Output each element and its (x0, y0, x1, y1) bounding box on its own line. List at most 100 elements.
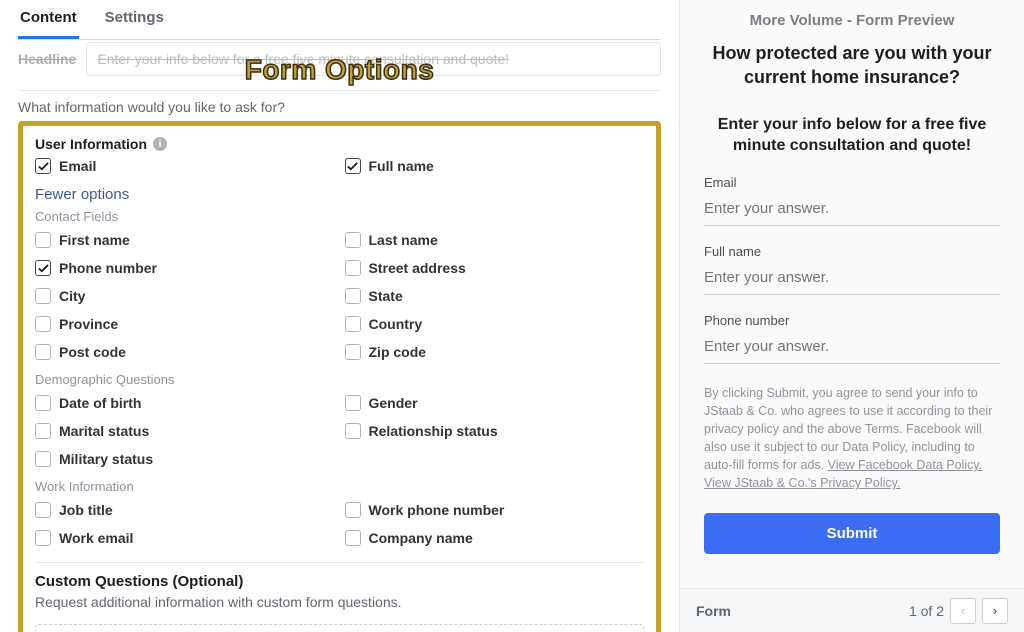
checkbox-city[interactable] (35, 288, 51, 304)
preview-footer-label: Form (696, 603, 731, 619)
checkbox-job_title[interactable] (35, 502, 51, 518)
primary-full_name[interactable]: Full name (345, 158, 645, 174)
headline-label: Headline (18, 51, 76, 67)
preview-footer: Form 1 of 2 ‹ › (680, 588, 1024, 632)
checkbox-province[interactable] (35, 316, 51, 332)
field-last_name[interactable]: Last name (345, 232, 645, 248)
user-info-title-text: User Information (35, 136, 147, 152)
editor-panel: Content Settings Headline Form Options W… (0, 0, 679, 632)
checkbox-phone_number[interactable] (35, 260, 51, 276)
checkbox-label-work_email: Work email (59, 530, 133, 546)
disclaimer: By clicking Submit, you agree to send yo… (704, 384, 1000, 493)
checkbox-label-zip_code: Zip code (369, 344, 427, 360)
primary-checkboxes: Email Full name (35, 152, 644, 180)
tabs: Content Settings (18, 0, 661, 40)
checkbox-work_email[interactable] (35, 530, 51, 546)
custom-questions-subtitle: Request additional information with cust… (35, 594, 644, 610)
group-grid: Job title Work phone number Work email Comp… (35, 496, 644, 552)
checkbox-country[interactable] (345, 316, 361, 332)
field-gender[interactable]: Gender (345, 395, 645, 411)
field-first_name[interactable]: First name (35, 232, 335, 248)
tab-settings[interactable]: Settings (103, 1, 166, 39)
field-city[interactable]: City (35, 288, 335, 304)
field-zip_code[interactable]: Zip code (345, 344, 645, 360)
checkbox-state[interactable] (345, 288, 361, 304)
info-icon[interactable]: i (153, 137, 167, 151)
field-work_email[interactable]: Work email (35, 530, 335, 546)
group-label: Contact Fields (35, 209, 644, 224)
checkbox-label-last_name: Last name (369, 232, 438, 248)
checkbox-label-phone_number: Phone number (59, 260, 157, 276)
checkbox-post_code[interactable] (35, 344, 51, 360)
group-label: Work Information (35, 479, 644, 494)
checkbox-full_name[interactable] (345, 158, 361, 174)
custom-questions-title: Custom Questions (Optional) (35, 573, 644, 590)
checkbox-work_phone[interactable] (345, 502, 361, 518)
preview-header: More Volume - Form Preview (680, 0, 1024, 41)
field-military[interactable]: Military status (35, 451, 335, 467)
checkbox-street_address[interactable] (345, 260, 361, 276)
preview-field-input[interactable] (704, 190, 1000, 226)
checkbox-label-street_address: Street address (369, 260, 466, 276)
group-grid: Date of birth Gender Marital status Relatio… (35, 389, 644, 473)
tab-content[interactable]: Content (18, 1, 79, 39)
preview-field-label: Full name (704, 244, 1000, 259)
add-custom-question[interactable]: + Add Custom Question (35, 624, 644, 632)
checkbox-label-dob: Date of birth (59, 395, 141, 411)
checkbox-last_name[interactable] (345, 232, 361, 248)
pager-next[interactable]: › (982, 598, 1008, 624)
checkbox-label-job_title: Job title (59, 502, 113, 518)
pager-prev[interactable]: ‹ (950, 598, 976, 624)
checkbox-label-post_code: Post code (59, 344, 126, 360)
user-info-title: User Information i (35, 136, 644, 152)
checkbox-dob[interactable] (35, 395, 51, 411)
preview-panel: More Volume - Form Preview How protected… (679, 0, 1024, 632)
field-country[interactable]: Country (345, 316, 645, 332)
checkbox-first_name[interactable] (35, 232, 51, 248)
preview-subheading: Enter your info below for a free five mi… (704, 114, 1000, 157)
checkbox-label-province: Province (59, 316, 118, 332)
checkbox-label-full_name: Full name (369, 158, 434, 174)
fewer-options-link[interactable]: Fewer options (35, 186, 644, 203)
field-province[interactable]: Province (35, 316, 335, 332)
checkbox-marital[interactable] (35, 423, 51, 439)
headline-input[interactable] (86, 42, 661, 76)
fb-data-policy-link[interactable]: View Facebook Data Policy. (828, 458, 982, 472)
checkbox-company[interactable] (345, 530, 361, 546)
headline-row: Headline (18, 42, 661, 76)
checkbox-gender[interactable] (345, 395, 361, 411)
field-company[interactable]: Company name (345, 530, 645, 546)
field-state[interactable]: State (345, 288, 645, 304)
field-street_address[interactable]: Street address (345, 260, 645, 276)
submit-button[interactable]: Submit (704, 513, 1000, 554)
field-post_code[interactable]: Post code (35, 344, 335, 360)
checkbox-label-email: Email (59, 158, 96, 174)
checkbox-relationship[interactable] (345, 423, 361, 439)
preview-field-label: Phone number (704, 313, 1000, 328)
preview-heading: How protected are you with your current … (704, 41, 1000, 90)
preview-body: How protected are you with your current … (680, 41, 1024, 588)
checkbox-military[interactable] (35, 451, 51, 467)
form-options-box: User Information i Email Full name Fewer … (18, 121, 661, 632)
checkbox-label-work_phone: Work phone number (369, 502, 505, 518)
group-grid: First name Last name Phone number Street ad… (35, 226, 644, 366)
checkbox-label-city: City (59, 288, 85, 304)
field-work_phone[interactable]: Work phone number (345, 502, 645, 518)
group-label: Demographic Questions (35, 372, 644, 387)
checkbox-label-first_name: First name (59, 232, 130, 248)
checkbox-email[interactable] (35, 158, 51, 174)
field-phone_number[interactable]: Phone number (35, 260, 335, 276)
checkbox-zip_code[interactable] (345, 344, 361, 360)
field-relationship[interactable]: Relationship status (345, 423, 645, 439)
primary-email[interactable]: Email (35, 158, 335, 174)
field-job_title[interactable]: Job title (35, 502, 335, 518)
preview-field-input[interactable] (704, 328, 1000, 364)
checkbox-label-relationship: Relationship status (369, 423, 498, 439)
field-marital[interactable]: Marital status (35, 423, 335, 439)
checkbox-label-state: State (369, 288, 403, 304)
checkbox-label-country: Country (369, 316, 423, 332)
field-dob[interactable]: Date of birth (35, 395, 335, 411)
advertiser-privacy-link[interactable]: View JStaab & Co.'s Privacy Policy. (704, 476, 900, 490)
preview-field-input[interactable] (704, 259, 1000, 295)
checkbox-label-marital: Marital status (59, 423, 149, 439)
